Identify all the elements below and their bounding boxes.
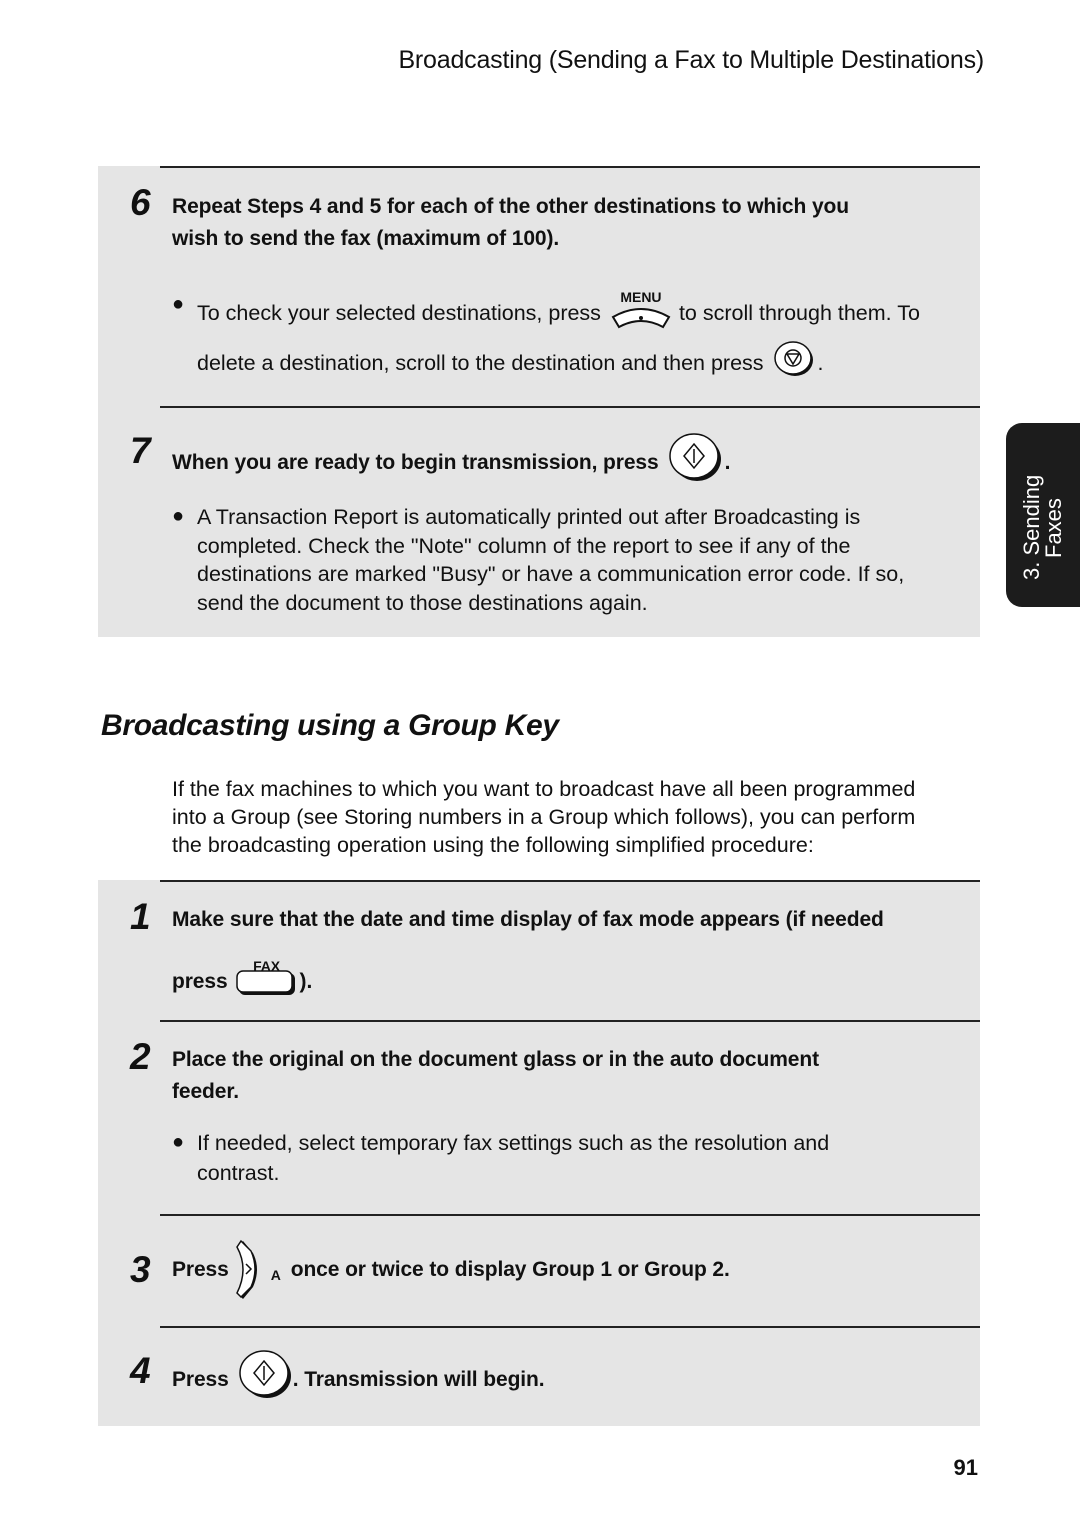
bullet-line: contrast.: [197, 1161, 280, 1185]
divider: [160, 1326, 980, 1328]
divider: [160, 166, 980, 168]
divider: [160, 406, 980, 408]
bullet-line: destinations are marked "Busy" or have a…: [197, 562, 905, 586]
step-text-line: Press: [172, 1258, 229, 1281]
chapter-tab-label: 3. Sending Faxes: [1019, 450, 1066, 580]
step-text-line: Press: [172, 1368, 229, 1391]
step-2-bullet: If needed, select temporary fax settings…: [197, 1128, 967, 1188]
intro-line: into a Group (see Storing numbers in a G…: [172, 805, 916, 829]
page-number: 91: [953, 1455, 978, 1480]
step-7-instruction: When you are ready to begin transmission…: [172, 433, 731, 492]
start-key-icon: [238, 1350, 293, 1409]
intro-line: the broadcasting operation using the fol…: [172, 833, 814, 857]
step-text-line: once or twice to display Group 1 or Grou…: [290, 1258, 730, 1281]
running-header: Broadcasting (Sending a Fax to Multiple …: [398, 46, 984, 74]
bullet-line: A Transaction Report is automatically pr…: [197, 505, 861, 529]
menu-key-icon: MENU: [609, 283, 673, 329]
bullet: ●: [172, 293, 185, 315]
stop-key-icon: [773, 341, 814, 385]
section-title: Broadcasting using a Group Key: [101, 709, 559, 742]
step-text-line: Make sure that the date and time display…: [172, 908, 884, 931]
fax-key-icon: FAX: [235, 954, 298, 998]
chapter-tab-line2: Faxes: [1041, 498, 1066, 558]
bullet: ●: [172, 505, 185, 527]
bullet-text: To check your selected destinations, pre…: [197, 300, 601, 325]
section-intro: If the fax machines to which you want to…: [172, 775, 972, 859]
step-text-line: . Transmission will begin.: [292, 1368, 545, 1391]
bullet-line: If needed, select temporary fax settings…: [197, 1131, 830, 1155]
step-6-bullet: To check your selected destinations, pre…: [197, 283, 967, 385]
step-text-line: press: [172, 970, 228, 993]
step-number: 3: [130, 1249, 151, 1290]
bullet-text: .: [817, 350, 824, 375]
step-number: 2: [130, 1036, 151, 1077]
key-label: A: [270, 1267, 281, 1283]
chapter-tab[interactable]: 3. Sending Faxes: [1006, 423, 1080, 607]
step-number: 6: [130, 182, 151, 223]
bullet: ●: [172, 1131, 185, 1153]
start-key-icon: [668, 433, 723, 492]
divider: [160, 1020, 980, 1022]
bullet-line: send the document to those destinations …: [197, 590, 648, 615]
step-number: 1: [130, 896, 151, 937]
step-text-end: ).: [299, 970, 313, 993]
step-7-bullet: A Transaction Report is automatically pr…: [197, 503, 967, 617]
bullet-line: completed. Check the "Note" column of th…: [197, 533, 851, 558]
step-2-instruction: Place the original on the document glass…: [172, 1044, 819, 1108]
step-4-instruction: Press . Transmission will begin.: [172, 1350, 545, 1409]
step-number: 7: [130, 430, 151, 471]
step-6-instruction: Repeat Steps 4 and 5 for each of the oth…: [172, 191, 849, 255]
step-text-line: When you are ready to begin transmission…: [172, 451, 659, 474]
step-text-line: Repeat Steps 4 and 5 for each of the oth…: [172, 195, 849, 218]
step-text-line: wish to send the fax (maximum of 100).: [172, 227, 560, 250]
step-text-end: .: [724, 451, 731, 474]
step-3-instruction: Press A once or twice to display Group 1…: [172, 1238, 730, 1302]
step-text-line: Place the original on the document glass…: [172, 1048, 820, 1071]
bullet-text: delete a destination, scroll to the dest…: [197, 350, 764, 375]
step-1-instruction: Make sure that the date and time display…: [172, 904, 884, 998]
bullet-text: to scroll through them. To: [678, 300, 920, 325]
step-number: 4: [130, 1350, 151, 1391]
intro-line: If the fax machines to which you want to…: [172, 777, 916, 801]
right-arrow-key-icon: A: [235, 1239, 283, 1301]
chapter-tab-line1: 3. Sending: [1019, 474, 1044, 580]
divider: [160, 880, 980, 882]
step-text-line: feeder.: [172, 1080, 240, 1103]
divider: [160, 1214, 980, 1216]
